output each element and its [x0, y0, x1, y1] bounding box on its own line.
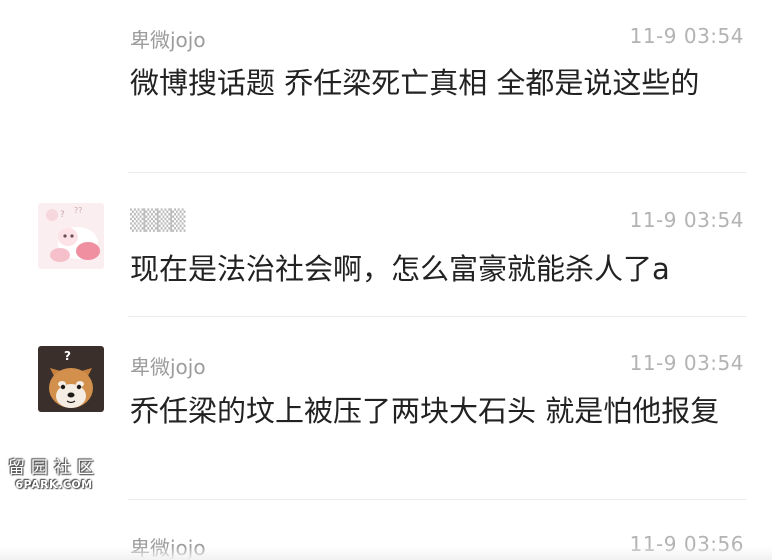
- svg-text:?: ?: [64, 349, 71, 363]
- pink-anime-girl-avatar-icon: ? ??: [38, 203, 104, 269]
- comment-list-screen: 卑微jojo 11-9 03:54 微博搜话题 乔任梁死亡真相 全都是说这些的 …: [0, 0, 772, 560]
- comment-text: 现在是法治社会啊，怎么富豪就能杀人了a: [130, 252, 670, 286]
- watermark-en-text: 6PARK.COM: [15, 478, 93, 491]
- comment-timestamp: 11-9 03:54: [629, 208, 744, 232]
- svg-text:?: ?: [60, 210, 65, 220]
- comment-text: 微博搜话题 乔任梁死亡真相 全都是说这些的: [130, 66, 700, 100]
- svg-text:??: ??: [74, 206, 83, 215]
- comment-timestamp: 11-9 03:54: [629, 24, 744, 48]
- shiba-dog-question-avatar-icon: ?: [38, 346, 104, 412]
- comment-username[interactable]: ▒▒▒▒: [130, 208, 186, 232]
- site-watermark: 留园社区 6PARK.COM: [8, 458, 100, 492]
- bottom-fade: [0, 546, 772, 560]
- comment-item[interactable]: ? ?? ▒▒▒▒ 11-9 03:54 现在是法治社会啊，怎么富豪就能杀人了a: [0, 173, 772, 316]
- user-avatar[interactable]: ?: [38, 346, 104, 412]
- comment-item[interactable]: 卑微jojo 11-9 03:54 微博搜话题 乔任梁死亡真相 全都是说这些的: [0, 0, 772, 172]
- comment-item[interactable]: ? 卑微jojo 11-9 03:54 乔任梁的坟上被压了两块大石头 就是怕他报…: [0, 317, 772, 499]
- comment-username[interactable]: 卑微jojo: [130, 24, 206, 53]
- comment-username[interactable]: 卑微jojo: [130, 351, 206, 380]
- watermark-cn-text: 留园社区: [8, 458, 100, 478]
- comment-timestamp: 11-9 03:54: [629, 351, 744, 375]
- comment-text: 乔任梁的坟上被压了两块大石头 就是怕他报复: [130, 394, 720, 428]
- user-avatar[interactable]: ? ??: [38, 203, 104, 269]
